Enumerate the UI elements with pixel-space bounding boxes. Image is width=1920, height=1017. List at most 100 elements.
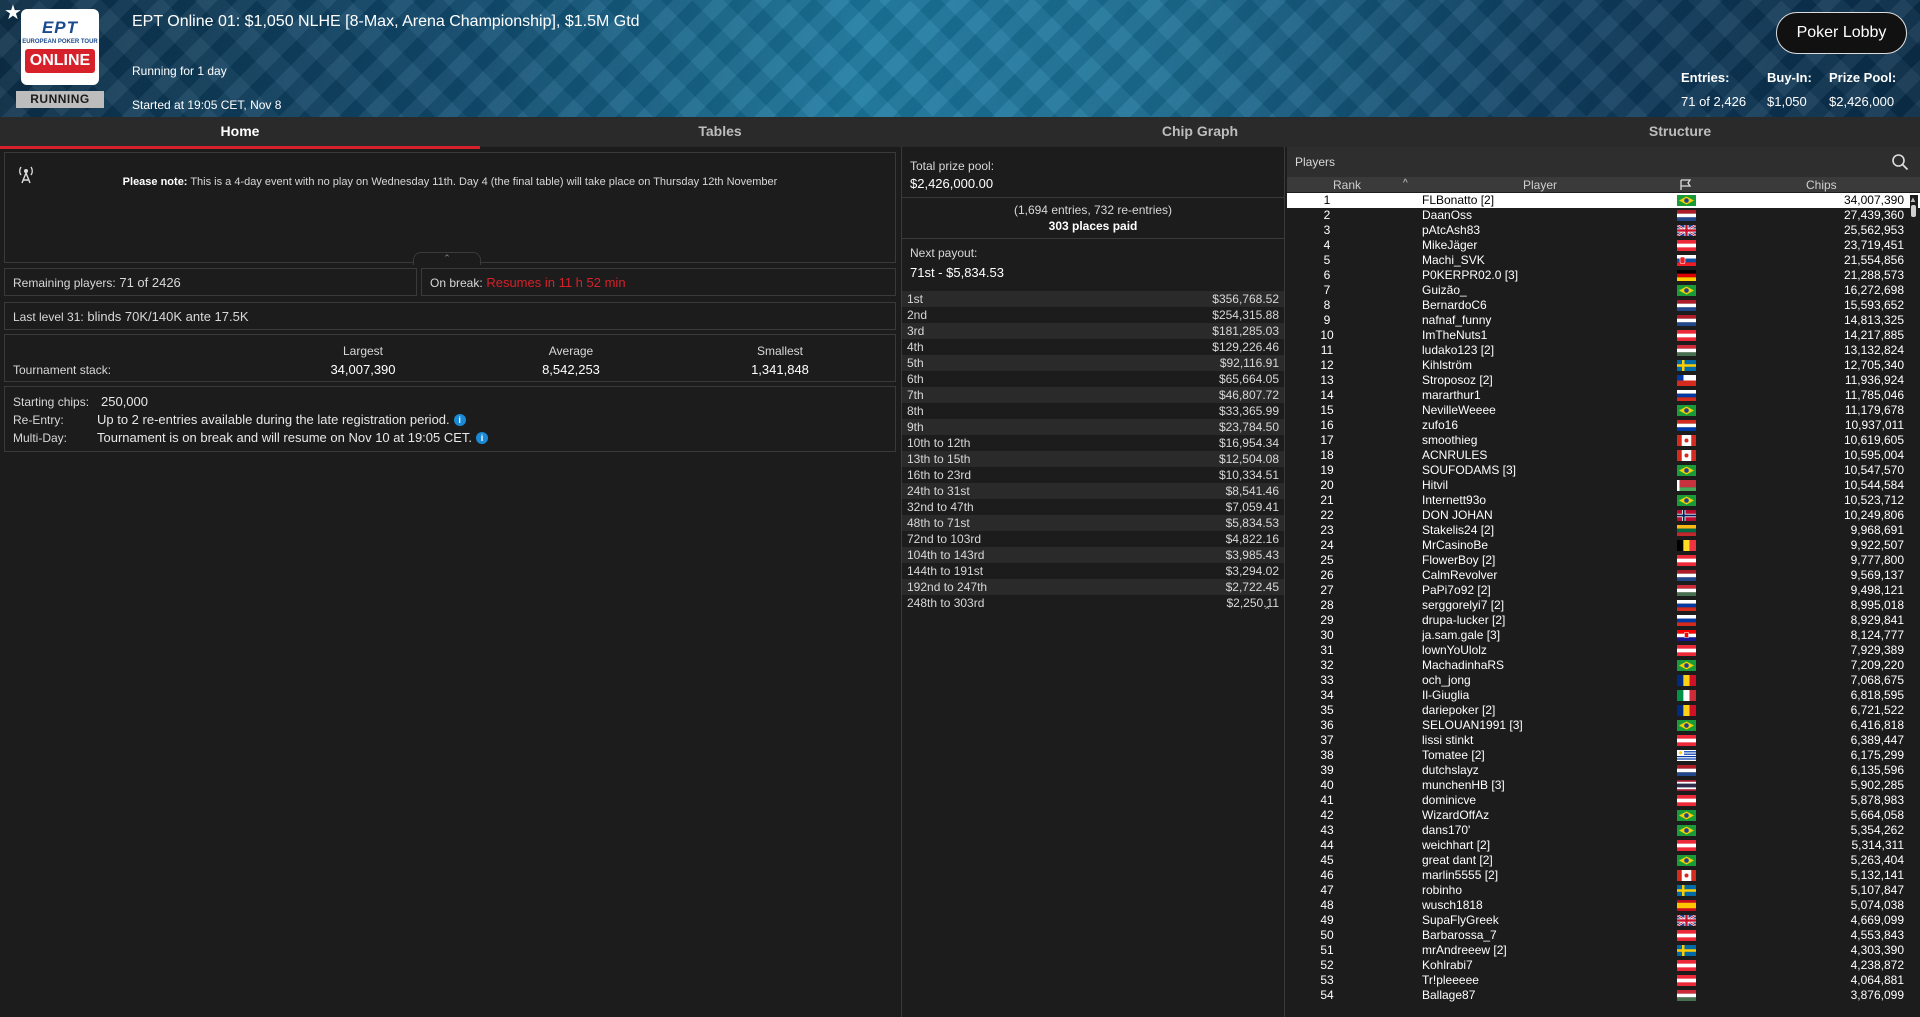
multiday-info-icon[interactable]: i — [476, 432, 489, 444]
player-row[interactable]: 51 mrAndreeew [2] 4,303,390 — [1287, 943, 1920, 958]
scroll-thumb[interactable] — [1911, 205, 1916, 217]
players-scrollbar[interactable] — [1910, 195, 1918, 1017]
player-row[interactable]: 2 DaanOss 27,439,360 — [1287, 208, 1920, 223]
player-row[interactable]: 27 PaPi7o92 [2] 9,498,121 — [1287, 583, 1920, 598]
player-row[interactable]: 49 SupaFlyGreek 4,669,099 — [1287, 913, 1920, 928]
player-row[interactable]: 6 P0KERPR02.0 [3] 21,288,573 — [1287, 268, 1920, 283]
tab-chip-graph[interactable]: Chip Graph — [960, 117, 1440, 147]
player-rank: 9 — [1323, 313, 1331, 327]
reentry-info-icon[interactable]: i — [453, 414, 466, 426]
player-row[interactable]: 30 ja.sam.gale [3] 8,124,777 — [1287, 628, 1920, 643]
player-row[interactable]: 54 Ballage87 3,876,099 — [1287, 988, 1920, 1003]
player-row[interactable]: 20 Hitvil 10,544,584 — [1287, 478, 1920, 493]
player-name: Il-Giuglia — [1422, 688, 1470, 702]
col-rank[interactable]: Rank — [1333, 178, 1361, 192]
player-rank: 3 — [1323, 223, 1331, 237]
player-row[interactable]: 47 robinho 5,107,847 — [1287, 883, 1920, 898]
player-chips: 21,554,856 — [1843, 253, 1904, 267]
player-chips: 6,175,299 — [1850, 748, 1904, 762]
player-row[interactable]: 17 smoothieg 10,619,605 — [1287, 433, 1920, 448]
player-row[interactable]: 42 WizardOffAz 5,664,058 — [1287, 808, 1920, 823]
col-chips[interactable]: Chips — [1806, 178, 1837, 192]
player-row[interactable]: 5 Machi_SVK 21,554,856 — [1287, 253, 1920, 268]
player-row[interactable]: 25 FlowerBoy [2] 9,777,800 — [1287, 553, 1920, 568]
player-row[interactable]: 39 dutchslayz 6,135,596 — [1287, 763, 1920, 778]
stack-average-value: 8,542,253 — [542, 362, 600, 377]
player-row[interactable]: 34 Il-Giuglia 6,818,595 — [1287, 688, 1920, 703]
flag-column-icon[interactable] — [1679, 179, 1693, 191]
player-row[interactable]: 7 Guizão_ 16,272,698 — [1287, 283, 1920, 298]
player-row[interactable]: 44 weichhart [2] 5,314,311 — [1287, 838, 1920, 853]
player-row[interactable]: 24 MrCasinoBe 9,922,507 — [1287, 538, 1920, 553]
player-row[interactable]: 52 Kohlrabi7 4,238,872 — [1287, 958, 1920, 973]
tab-tables[interactable]: Tables — [480, 117, 960, 147]
player-row[interactable]: 33 och_jong 7,068,675 — [1287, 673, 1920, 688]
payout-row: 1st $356,768.52 — [902, 291, 1284, 307]
country-flag-icon — [1677, 360, 1696, 371]
player-chips: 7,209,220 — [1850, 658, 1904, 672]
country-flag-icon — [1677, 495, 1696, 506]
player-row[interactable]: 22 DON JOHAN 10,249,806 — [1287, 508, 1920, 523]
player-row[interactable]: 45 great dant [2] 5,263,404 — [1287, 853, 1920, 868]
player-row[interactable]: 8 BernardoC6 15,593,652 — [1287, 298, 1920, 313]
payout-row: 48th to 71st $5,834.53 — [902, 515, 1284, 531]
player-row[interactable]: 48 wusch1818 5,074,038 — [1287, 898, 1920, 913]
player-row[interactable]: 50 Barbarossa_7 4,553,843 — [1287, 928, 1920, 943]
player-row[interactable]: 36 SELOUAN1991 [3] 6,416,818 — [1287, 718, 1920, 733]
player-row[interactable]: 3 pAtcAsh83 25,562,953 — [1287, 223, 1920, 238]
running-for: Running for 1 day — [132, 64, 227, 78]
player-row[interactable]: 4 MikeJäger 23,719,451 — [1287, 238, 1920, 253]
sort-asc-icon[interactable]: ^ — [1403, 178, 1408, 189]
announcement-collapse-toggle[interactable]: ⌃ — [413, 252, 481, 265]
player-rank: 48 — [1320, 898, 1334, 912]
player-row[interactable]: 23 Stakelis24 [2] 9,968,691 — [1287, 523, 1920, 538]
player-row[interactable]: 32 MachadinhaRS 7,209,220 — [1287, 658, 1920, 673]
player-name: Machi_SVK — [1422, 253, 1485, 267]
player-row[interactable]: 29 drupa-lucker [2] 8,929,841 — [1287, 613, 1920, 628]
player-row[interactable]: 12 Kihlström 12,705,340 — [1287, 358, 1920, 373]
col-player[interactable]: Player — [1523, 178, 1557, 192]
player-row[interactable]: 11 ludako123 [2] 13,132,824 — [1287, 343, 1920, 358]
stack-smallest-value: 1,341,848 — [751, 362, 809, 377]
search-icon[interactable] — [1891, 153, 1909, 171]
logo-ept: EPT — [41, 18, 79, 37]
player-row[interactable]: 38 Tomatee [2] 6,175,299 — [1287, 748, 1920, 763]
player-name: Hitvil — [1422, 478, 1448, 492]
player-row[interactable]: 43 dans170' 5,354,262 — [1287, 823, 1920, 838]
player-row[interactable]: 18 ACNRULES 10,595,004 — [1287, 448, 1920, 463]
payout-place: 1st — [907, 292, 924, 306]
player-chips: 5,902,285 — [1850, 778, 1904, 792]
player-row[interactable]: 37 lissi stinkt 6,389,447 — [1287, 733, 1920, 748]
tab-home[interactable]: Home — [0, 117, 480, 149]
player-row[interactable]: 41 dominicve 5,878,983 — [1287, 793, 1920, 808]
player-name: SOUFODAMS [3] — [1422, 463, 1517, 477]
tab-structure[interactable]: Structure — [1440, 117, 1920, 147]
player-row[interactable]: 15 NevilleWeeee 11,179,678 — [1287, 403, 1920, 418]
player-name: FlowerBoy [2] — [1422, 553, 1496, 567]
player-row[interactable]: 13 Stroposoz [2] 11,936,924 — [1287, 373, 1920, 388]
player-row[interactable]: 53 Tr!pleeeee 4,064,881 — [1287, 973, 1920, 988]
payout-row: 9th $23,784.50 — [902, 419, 1284, 435]
player-row[interactable]: 46 marlin5555 [2] 5,132,141 — [1287, 868, 1920, 883]
player-row[interactable]: 28 serggorelyi7 [2] 8,995,018 — [1287, 598, 1920, 613]
chevron-up-icon[interactable]: ⌃ — [1263, 606, 1271, 617]
player-row[interactable]: 10 ImTheNuts1 14,217,885 — [1287, 328, 1920, 343]
player-row[interactable]: 31 lownYoUlolz 7,929,389 — [1287, 643, 1920, 658]
scroll-up-icon[interactable]: ▲ — [1909, 195, 1917, 204]
player-row[interactable]: 14 mararthur1 11,785,046 — [1287, 388, 1920, 403]
player-row[interactable]: 1 FLBonatto [2] 34,007,390 — [1287, 193, 1920, 208]
player-chips: 27,439,360 — [1843, 208, 1904, 222]
player-row[interactable]: 16 zufo16 10,937,011 — [1287, 418, 1920, 433]
player-row[interactable]: 21 Internett93o 10,523,712 — [1287, 493, 1920, 508]
player-row[interactable]: 26 CalmRevolver 9,569,137 — [1287, 568, 1920, 583]
player-row[interactable]: 35 dariepoker [2] 6,721,522 — [1287, 703, 1920, 718]
player-row[interactable]: 19 SOUFODAMS [3] 10,547,570 — [1287, 463, 1920, 478]
player-name: och_jong — [1422, 673, 1471, 687]
player-row[interactable]: 9 nafnaf_funny 14,813,325 — [1287, 313, 1920, 328]
country-flag-icon — [1677, 615, 1696, 626]
favorite-star-icon[interactable]: ★ — [4, 2, 22, 24]
player-name: nafnaf_funny — [1422, 313, 1492, 327]
poker-lobby-button[interactable]: Poker Lobby — [1776, 12, 1907, 54]
player-row[interactable]: 40 munchenHB [3] 5,902,285 — [1287, 778, 1920, 793]
country-flag-icon — [1677, 540, 1696, 551]
